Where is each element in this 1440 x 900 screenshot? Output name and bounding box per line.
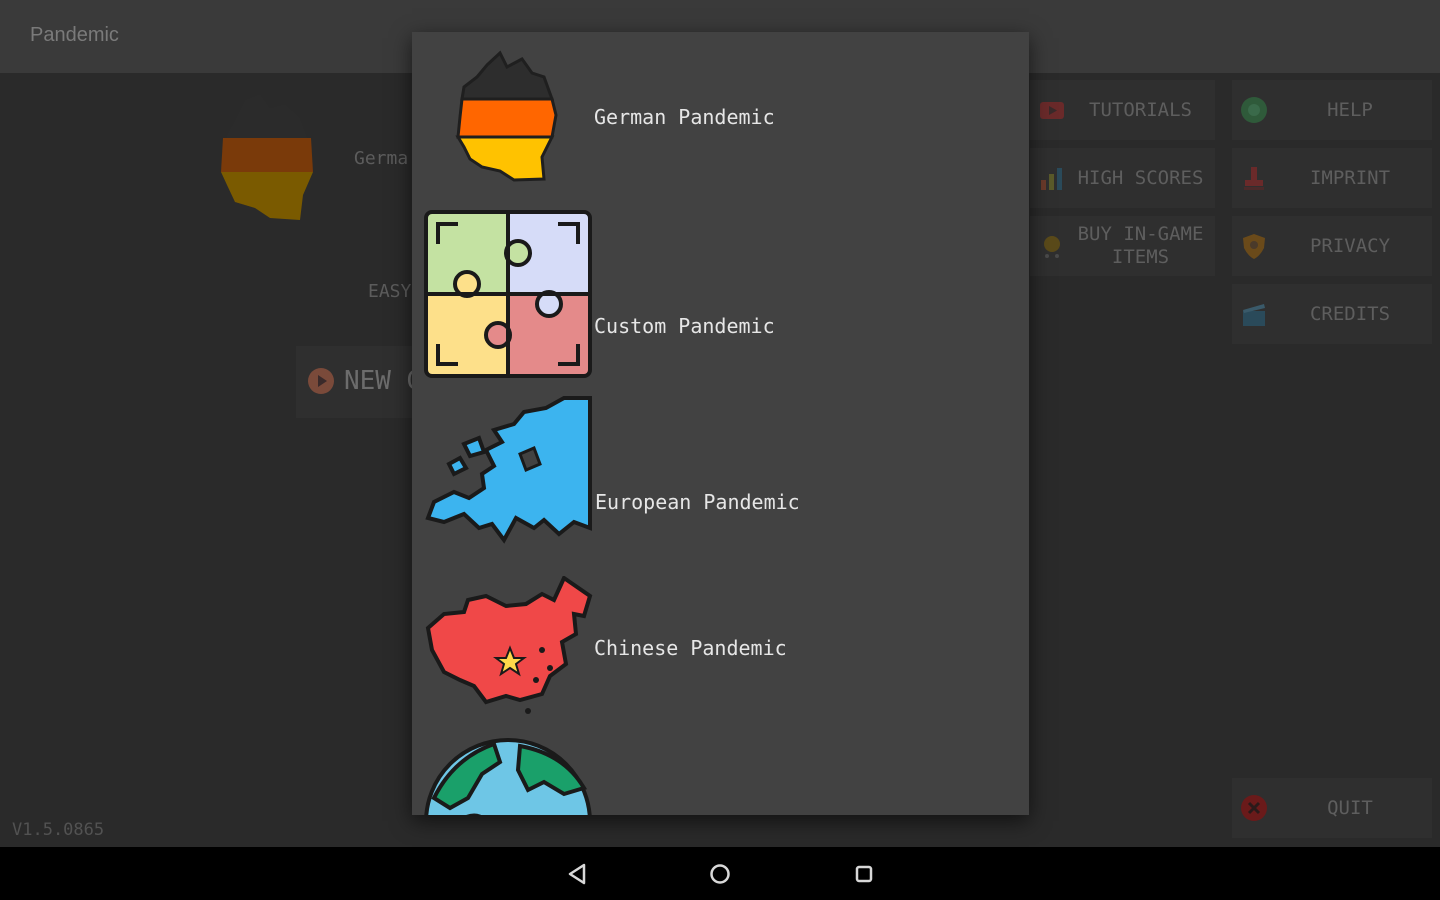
credits-label: CREDITS <box>1309 302 1391 325</box>
tutorials-label: TUTORIALS <box>1089 98 1192 121</box>
quit-button[interactable]: QUIT <box>1232 778 1432 838</box>
help-button[interactable]: HELP <box>1232 80 1432 140</box>
video-icon <box>1038 96 1066 129</box>
germany-flag-map-icon <box>452 47 572 217</box>
privacy-button[interactable]: PRIVACY <box>1232 216 1432 276</box>
credits-button[interactable]: CREDITS <box>1232 284 1432 344</box>
bar-chart-icon <box>1038 164 1066 197</box>
help-icon <box>1240 96 1268 129</box>
china-map-icon <box>424 574 594 746</box>
tutorials-button[interactable]: TUTORIALS <box>1030 80 1215 140</box>
help-label: HELP <box>1327 98 1373 121</box>
option-label: European Pandemic <box>595 490 800 514</box>
imprint-label: IMPRINT <box>1309 166 1391 189</box>
difficulty-label[interactable]: EASY <box>368 281 411 302</box>
version-label: V1.5.0865 <box>12 820 105 840</box>
scenario-dialog: German Pandemic Custom Pandemic European… <box>412 32 1029 815</box>
home-icon[interactable] <box>703 857 737 891</box>
shop-icon <box>1038 232 1066 265</box>
option-german-pandemic[interactable]: German Pandemic <box>412 47 1029 224</box>
buy-items-button[interactable]: BUY IN-GAME ITEMS <box>1030 216 1215 276</box>
high-scores-button[interactable]: HIGH SCORES <box>1030 148 1215 208</box>
option-european-pandemic[interactable]: European Pandemic <box>412 394 1029 571</box>
close-icon <box>1240 794 1268 827</box>
back-icon[interactable] <box>560 857 594 891</box>
new-game-label: NEW G <box>344 366 423 396</box>
quit-label: QUIT <box>1327 796 1373 819</box>
option-world-pandemic[interactable] <box>412 738 1029 815</box>
option-label: Chinese Pandemic <box>594 636 787 660</box>
option-chinese-pandemic[interactable]: Chinese Pandemic <box>412 574 1029 753</box>
app-title: Pandemic <box>30 24 119 46</box>
play-icon <box>306 366 336 400</box>
option-label: Custom Pandemic <box>594 314 775 338</box>
privacy-label: PRIVACY <box>1309 234 1391 257</box>
stamp-icon <box>1240 164 1268 197</box>
puzzle-icon <box>424 210 594 380</box>
imprint-button[interactable]: IMPRINT <box>1232 148 1432 208</box>
buy-items-label: BUY IN-GAME ITEMS <box>1077 223 1204 268</box>
shield-icon <box>1240 232 1268 265</box>
germany-flag-icon[interactable] <box>215 90 320 229</box>
high-scores-label: HIGH SCORES <box>1077 166 1204 189</box>
europe-map-icon <box>424 394 594 564</box>
globe-icon <box>424 738 594 815</box>
scenario-name[interactable]: Germa <box>354 148 408 169</box>
option-label: German Pandemic <box>594 105 775 129</box>
system-nav-bar <box>0 847 1440 900</box>
recents-icon[interactable] <box>847 857 881 891</box>
option-custom-pandemic[interactable]: Custom Pandemic <box>412 210 1029 387</box>
clapperboard-icon <box>1240 300 1268 333</box>
